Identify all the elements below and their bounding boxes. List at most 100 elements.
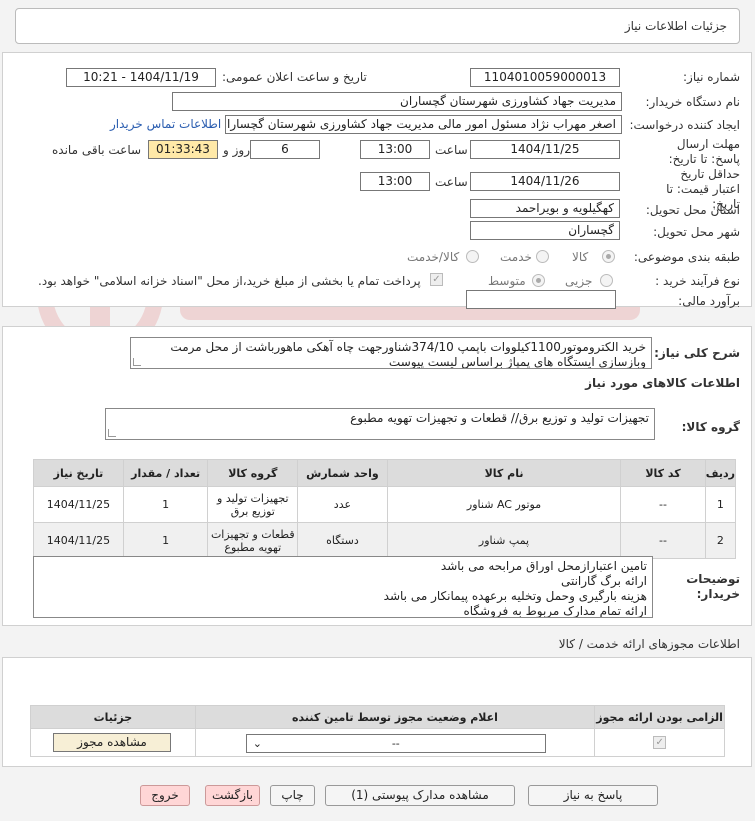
attachments-button[interactable]: مشاهده مدارک پیوستی (1): [325, 785, 515, 806]
payment-note: پرداخت تمام یا بخشی از مبلغ خرید،از محل …: [38, 274, 421, 288]
announce-label: تاریخ و ساعت اعلان عمومی:: [222, 70, 367, 84]
process-radio-medium[interactable]: [532, 274, 545, 287]
permit-status-cell: ⌄ --: [194, 728, 596, 757]
requester-label: ایجاد کننده درخواست:: [629, 118, 740, 132]
cell-code: --: [620, 486, 706, 523]
days-label: روز و: [223, 143, 250, 157]
buyer-note-line: هزینه بارگیری وحمل وتخلیه برعهده پیمانکا…: [383, 589, 647, 603]
permit-details-cell: مشاهده مجوز: [30, 728, 196, 757]
cell-row: 1: [704, 486, 737, 523]
permit-required-checkbox[interactable]: ✓: [653, 736, 667, 749]
cell-group: تجهیزات تولید و توزیع برق: [207, 486, 299, 523]
deadline-time-label: ساعت: [435, 143, 468, 157]
remaining-time-label: ساعت باقی مانده: [52, 143, 142, 157]
process-minor-label: جزیی: [565, 274, 593, 288]
permits-table: الزامی بودن ارائه مجوز اعلام وضعیت مجوز …: [30, 705, 725, 757]
deadline-time-field: 13:00: [360, 140, 430, 159]
category-radio-goods[interactable]: [602, 250, 615, 263]
category-both-label: کالا/خدمت: [407, 250, 460, 264]
print-button[interactable]: چاپ: [270, 785, 315, 806]
process-label: نوع فرآیند خرید :: [655, 274, 740, 288]
goods-table-header: ردیف کد کالا نام کالا واحد شمارش گروه کا…: [33, 459, 737, 487]
permit-status-value: --: [391, 737, 400, 750]
permit-col-details: جزئیات: [30, 705, 196, 729]
col-name: نام کالا: [386, 459, 622, 487]
buyer-notes-textarea: تامین اعتبارازمحل اوراق مرابحه می باشد ا…: [33, 556, 653, 618]
goods-section-title: اطلاعات کالاهای مورد نیاز: [585, 376, 740, 390]
province-label: استان محل تحویل:: [645, 203, 740, 217]
description-textarea: خرید الکتروموتور1100کیلووات باپمپ 374/10…: [130, 337, 652, 369]
announce-field: 1404/11/19 - 10:21: [66, 68, 216, 87]
deadline-label: مهلت ارسال پاسخ: تا تاریخ:: [668, 137, 740, 166]
col-code: کد کالا: [620, 459, 706, 487]
process-medium-label: متوسط: [488, 274, 526, 288]
validity-time-field: 13:00: [360, 172, 430, 191]
city-field: گچساران: [470, 221, 620, 240]
permit-required-cell: ✓: [594, 728, 725, 757]
cell-code: --: [620, 522, 706, 559]
remaining-time-field: 01:33:43: [148, 140, 218, 159]
cell-row: 2: [704, 522, 737, 559]
requester-field: اصغر مهراب نژاد مسئول امور مالی مدیریت ج…: [225, 115, 622, 134]
payment-checkbox[interactable]: ✓: [430, 273, 443, 286]
city-label: شهر محل تحویل:: [653, 225, 740, 239]
process-radio-minor[interactable]: [600, 274, 613, 287]
buyer-note-line: تامین اعتبارازمحل اوراق مرابحه می باشد: [440, 559, 647, 573]
cell-group: قطعات و تجهیزات تهویه مطبوع: [207, 522, 299, 559]
deadline-date-field: 1404/11/25: [470, 140, 620, 159]
resize-handle-icon[interactable]: [108, 429, 116, 437]
permit-col-required: الزامی بودن ارائه مجوز: [594, 705, 725, 729]
permit-status-select[interactable]: ⌄ --: [245, 734, 546, 753]
col-qty: تعداد / مقدار: [122, 459, 209, 487]
buyer-notes-label: توضیحات خریدار:: [686, 572, 740, 601]
table-row[interactable]: 1 -- موتور AC شناور عدد تجهیزات تولید و …: [33, 486, 737, 523]
validity-date-field: 1404/11/26: [470, 172, 620, 191]
back-button[interactable]: بازگشت: [205, 785, 260, 806]
description-text: خرید الکتروموتور1100کیلووات باپمپ 374/10…: [170, 340, 646, 369]
cell-date: 1404/11/25: [33, 486, 124, 523]
goods-table: ردیف کد کالا نام کالا واحد شمارش گروه کا…: [33, 459, 737, 559]
buyer-note-line: ارائه برگ گارانتی: [560, 574, 647, 588]
cell-name: پمپ شناور: [386, 522, 622, 559]
permits-table-header: الزامی بودن ارائه مجوز اعلام وضعیت مجوز …: [30, 705, 725, 729]
category-service-label: خدمت: [500, 250, 532, 264]
buyer-contact-link[interactable]: اطلاعات تماس خریدار: [110, 117, 221, 131]
exit-button[interactable]: خروج: [140, 785, 190, 806]
view-permit-button[interactable]: مشاهده مجوز: [53, 733, 171, 752]
resize-handle-icon[interactable]: [133, 358, 141, 366]
col-unit: واحد شمارش: [297, 459, 388, 487]
cell-qty: 1: [122, 522, 209, 559]
goods-group-textarea: تجهیزات تولید و توزیع برق// قطعات و تجهی…: [105, 408, 655, 440]
cell-name: موتور AC شناور: [386, 486, 622, 523]
goods-group-text: تجهیزات تولید و توزیع برق// قطعات و تجهی…: [350, 411, 649, 425]
category-radio-service[interactable]: [536, 250, 549, 263]
province-field: کهگیلویه و بویراحمد: [470, 199, 620, 218]
chevron-down-icon: ⌄: [252, 737, 263, 750]
estimate-label: برآورد مالی:: [678, 294, 740, 308]
category-label: طبقه بندی موضوعی:: [633, 250, 740, 264]
need-number-label: شماره نیاز:: [683, 70, 740, 84]
cell-unit: عدد: [297, 486, 388, 523]
cell-unit: دستگاه: [297, 522, 388, 559]
table-row: ✓ ⌄ -- مشاهده مجوز: [30, 728, 725, 757]
description-label: شرح کلی نیاز:: [654, 346, 740, 360]
buyer-note-line: ارائه تمام مدارک مربوط به فروشگاه: [463, 604, 647, 618]
estimate-field: [466, 290, 616, 309]
buyer-org-label: نام دستگاه خریدار:: [645, 95, 741, 109]
need-number-field: 1104010059000013: [470, 68, 620, 87]
col-row: ردیف: [704, 459, 737, 487]
col-group: گروه کالا: [207, 459, 299, 487]
reply-button[interactable]: پاسخ به نیاز: [528, 785, 658, 806]
category-goods-label: کالا: [572, 250, 589, 264]
page-title: جزئیات اطلاعات نیاز: [624, 19, 727, 33]
permit-col-status: اعلام وضعیت مجوز توسط تامین کننده: [194, 705, 596, 729]
category-radio-both[interactable]: [466, 250, 479, 263]
col-date: تاریخ نیاز: [33, 459, 124, 487]
permits-title: اطلاعات مجوزهای ارائه خدمت / کالا: [558, 637, 740, 651]
page-header: جزئیات اطلاعات نیاز: [15, 8, 740, 44]
table-row[interactable]: 2 -- پمپ شناور دستگاه قطعات و تجهیزات ته…: [33, 522, 737, 559]
days-field: 6: [250, 140, 320, 159]
buyer-org-field: مدیریت جهاد کشاورزی شهرستان گچساران: [172, 92, 622, 111]
validity-time-label: ساعت: [435, 175, 468, 189]
cell-qty: 1: [122, 486, 209, 523]
